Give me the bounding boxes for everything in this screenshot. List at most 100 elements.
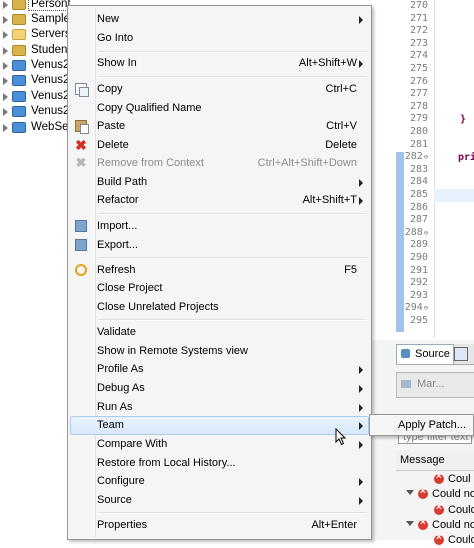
menu-item-refactor[interactable]: Refactor Alt+Shift+T (70, 191, 369, 210)
expand-arrow-icon[interactable] (3, 47, 8, 55)
mouse-pointer-icon (335, 428, 347, 446)
expand-arrow-icon[interactable] (3, 31, 8, 39)
line-number: 282 (402, 151, 428, 162)
menu-item-export[interactable]: Export... (70, 236, 369, 255)
expand-arrow-icon[interactable] (3, 62, 8, 70)
code-keyword: pri (458, 152, 474, 163)
menu-item-show-in-remote-systems[interactable]: Show in Remote Systems view (70, 342, 369, 361)
submenu-arrow-icon (359, 385, 363, 393)
submenu-arrow-icon (359, 16, 363, 24)
error-icon (418, 486, 428, 499)
refresh-icon (75, 264, 87, 276)
line-number: 274 (409, 50, 428, 62)
menu-separator (98, 319, 367, 321)
menu-item-validate[interactable]: Validate (70, 323, 369, 342)
project-icon (12, 45, 26, 56)
design-tab-icon[interactable] (454, 347, 468, 361)
menu-item-close-unrelated-projects[interactable]: Close Unrelated Projects (70, 298, 369, 317)
line-number: 291 (409, 264, 428, 276)
tree-item[interactable]: Venus2V (0, 104, 70, 120)
menu-item-close-project[interactable]: Close Project (70, 279, 369, 298)
menu-item-go-into[interactable]: Go Into (70, 29, 369, 48)
collapse-arrow-icon[interactable] (406, 490, 414, 495)
line-number: 288 (402, 227, 428, 238)
menu-separator (98, 213, 367, 215)
menu-separator (98, 257, 367, 259)
tab-markers[interactable]: Mar... (396, 372, 474, 398)
menu-item-show-in[interactable]: Show In Alt+Shift+W (70, 54, 369, 73)
markers-icon (401, 380, 411, 388)
menu-item-remove-from-context: ✖ Remove from Context Ctrl+Alt+Shift+Dow… (75, 155, 357, 170)
menu-item-restore-from-local-history[interactable]: Restore from Local History... (70, 454, 369, 473)
problem-row[interactable]: Could (396, 502, 474, 518)
problem-row[interactable]: Could (396, 532, 474, 548)
tree-item[interactable]: Venus2D (0, 73, 70, 89)
editor-text-area[interactable] (434, 0, 474, 338)
menu-item-new[interactable]: New (70, 10, 369, 29)
line-number: 271 (409, 12, 428, 24)
menu-item-copy[interactable]: Copy Ctrl+C (70, 80, 369, 99)
menu-item-copy-qualified-name[interactable]: Copy Qualified Name (70, 99, 369, 118)
menu-item-configure[interactable]: Configure (70, 472, 369, 491)
tree-item[interactable]: Venus2C (0, 58, 70, 74)
menu-item-run-as[interactable]: Run As (70, 398, 369, 417)
menu-item-debug-as[interactable]: Debug As (70, 379, 369, 398)
menu-item-compare-with[interactable]: Compare With (70, 435, 369, 454)
line-number: 285 (409, 189, 428, 200)
line-number: 276 (409, 75, 428, 87)
menu-item-properties[interactable]: Properties Alt+Enter (70, 516, 369, 535)
tree-item[interactable]: WebServ (0, 120, 70, 136)
error-icon (434, 532, 444, 545)
tree-item[interactable]: SampleP (0, 12, 70, 28)
menu-item-delete[interactable]: ✖ Delete Delete (70, 136, 369, 155)
menu-item-team[interactable]: Team (70, 416, 369, 435)
expand-arrow-icon[interactable] (3, 108, 8, 116)
line-number: 290 (409, 252, 428, 263)
web-project-icon (12, 91, 26, 102)
tree-item[interactable]: Servers (0, 27, 70, 43)
import-icon (75, 220, 87, 232)
menu-item-source[interactable]: Source (70, 491, 369, 510)
web-project-icon (12, 106, 26, 117)
web-project-icon (12, 122, 26, 133)
web-project-icon (12, 75, 26, 86)
project-icon (12, 14, 26, 25)
menu-item-profile-as[interactable]: Profile As (70, 360, 369, 379)
current-line-highlight (434, 189, 474, 202)
tree-item[interactable]: Student (0, 43, 70, 59)
expand-arrow-icon[interactable] (3, 16, 8, 24)
submenu-arrow-icon (359, 441, 363, 449)
tree-item[interactable]: Venus2E (0, 89, 70, 105)
collapse-arrow-icon[interactable] (406, 521, 414, 526)
submenu-arrow-icon (359, 497, 363, 505)
menu-item-apply-patch[interactable]: Apply Patch... (398, 419, 466, 431)
remove-icon: ✖ (75, 155, 87, 170)
line-number: 283 (409, 163, 428, 175)
submenu-arrow-icon (359, 60, 363, 68)
team-submenu: Apply Patch... (369, 414, 474, 436)
expand-arrow-icon[interactable] (3, 77, 8, 85)
line-number: 279 (409, 113, 428, 125)
line-number: 272 (409, 25, 428, 37)
copy-icon (75, 83, 89, 97)
tab-source[interactable]: Source (396, 344, 454, 364)
menu-item-build-path[interactable]: Build Path (70, 173, 369, 192)
expand-arrow-icon[interactable] (3, 93, 8, 101)
problem-row[interactable]: Could no (396, 486, 474, 502)
code-editor[interactable]: 2702712722732742752762772782792802812822… (372, 0, 474, 338)
export-icon (75, 239, 87, 251)
expand-arrow-icon[interactable] (3, 1, 8, 9)
line-number: 281 (409, 138, 428, 150)
submenu-arrow-icon (359, 197, 363, 205)
problem-row[interactable]: Coul (396, 471, 474, 487)
menu-item-import[interactable]: Import... (70, 217, 369, 236)
menu-item-paste[interactable]: Paste Ctrl+V (70, 117, 369, 136)
error-icon (434, 502, 444, 515)
error-icon (418, 517, 428, 530)
expand-arrow-icon[interactable] (3, 124, 8, 132)
menu-item-refresh[interactable]: Refresh F5 (70, 261, 369, 280)
line-number: 289 (409, 239, 428, 251)
message-column-header[interactable]: Message (396, 450, 474, 471)
paste-icon (75, 120, 89, 134)
problem-row[interactable]: Could no (396, 517, 474, 533)
